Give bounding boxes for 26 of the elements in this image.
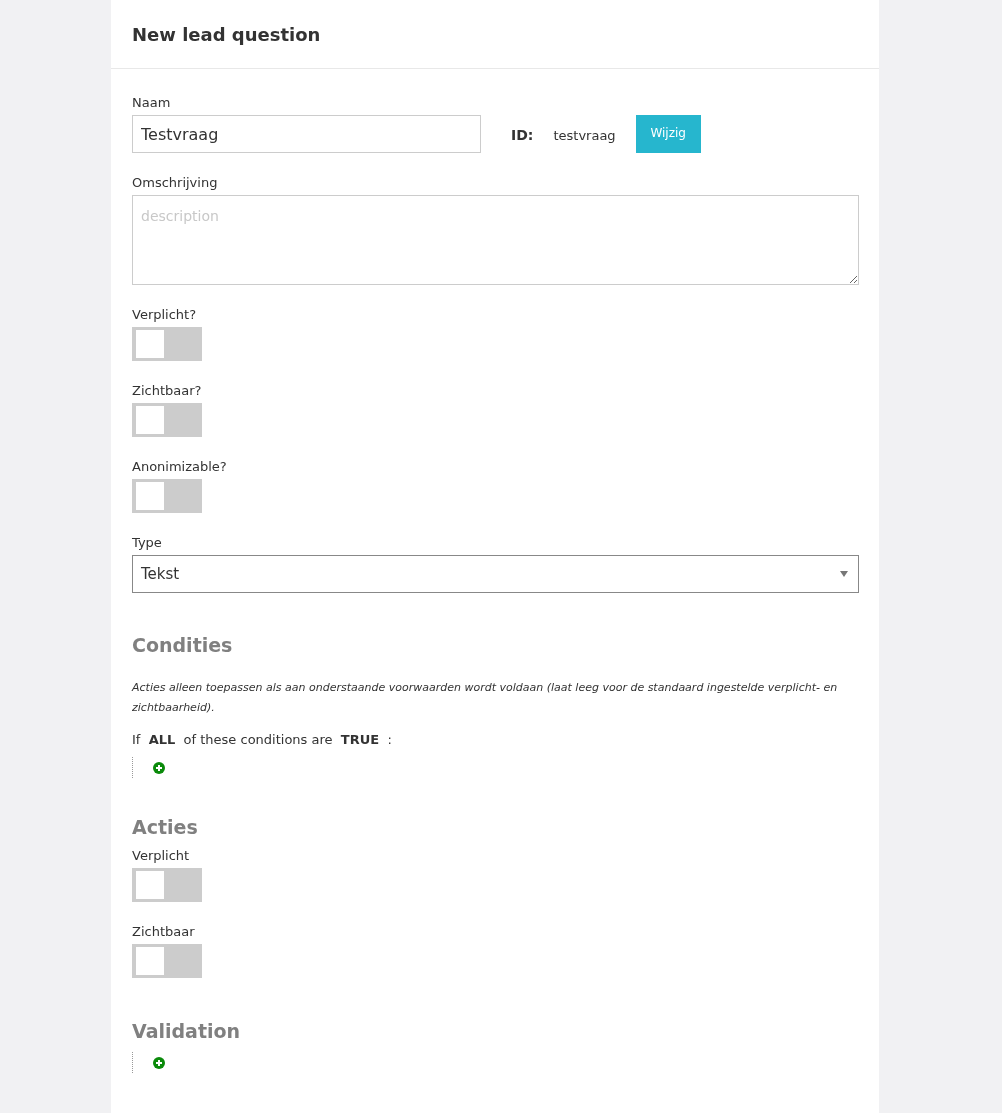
id-value: testvraag <box>553 128 616 143</box>
section-heading: Validation <box>132 1020 241 1042</box>
toggle-switch[interactable] <box>132 479 202 513</box>
section-heading: Condities <box>132 634 233 656</box>
toggle-switch[interactable] <box>132 327 202 361</box>
id-label: ID: <box>511 127 534 143</box>
condition-rule: If ALL of these conditions are TRUE : <box>132 732 392 747</box>
caret-icon <box>840 571 848 577</box>
field-label: Naam <box>132 95 172 110</box>
field-label: Type <box>132 535 162 550</box>
toggle-label: Zichtbaar? <box>132 383 202 398</box>
toggle-label: Zichtbaar <box>132 924 195 939</box>
conditions-note: Acties alleen toepassen als aan onderstaande voorwaarden wordt voldaan (laat leeg voor de standaard ingestelde verplicht- en zichtbaarheid). <box>132 680 839 716</box>
type-select[interactable]: Tekst <box>132 555 859 593</box>
toggle-label: Verplicht <box>132 848 190 863</box>
form-title: New lead question <box>132 23 321 45</box>
name-input[interactable]: Testvraag <box>132 115 481 153</box>
toggle-label: Verplicht? <box>132 307 197 322</box>
field-label: Omschrijving <box>132 175 218 190</box>
toggle-switch[interactable] <box>132 403 202 437</box>
add-icon[interactable] <box>153 761 165 774</box>
toggle-label: Anonimizable? <box>132 459 227 474</box>
toggle-switch[interactable] <box>132 868 202 902</box>
toggle-switch[interactable] <box>132 944 202 978</box>
section-heading: Acties <box>132 816 198 838</box>
add-icon[interactable] <box>153 1056 165 1069</box>
